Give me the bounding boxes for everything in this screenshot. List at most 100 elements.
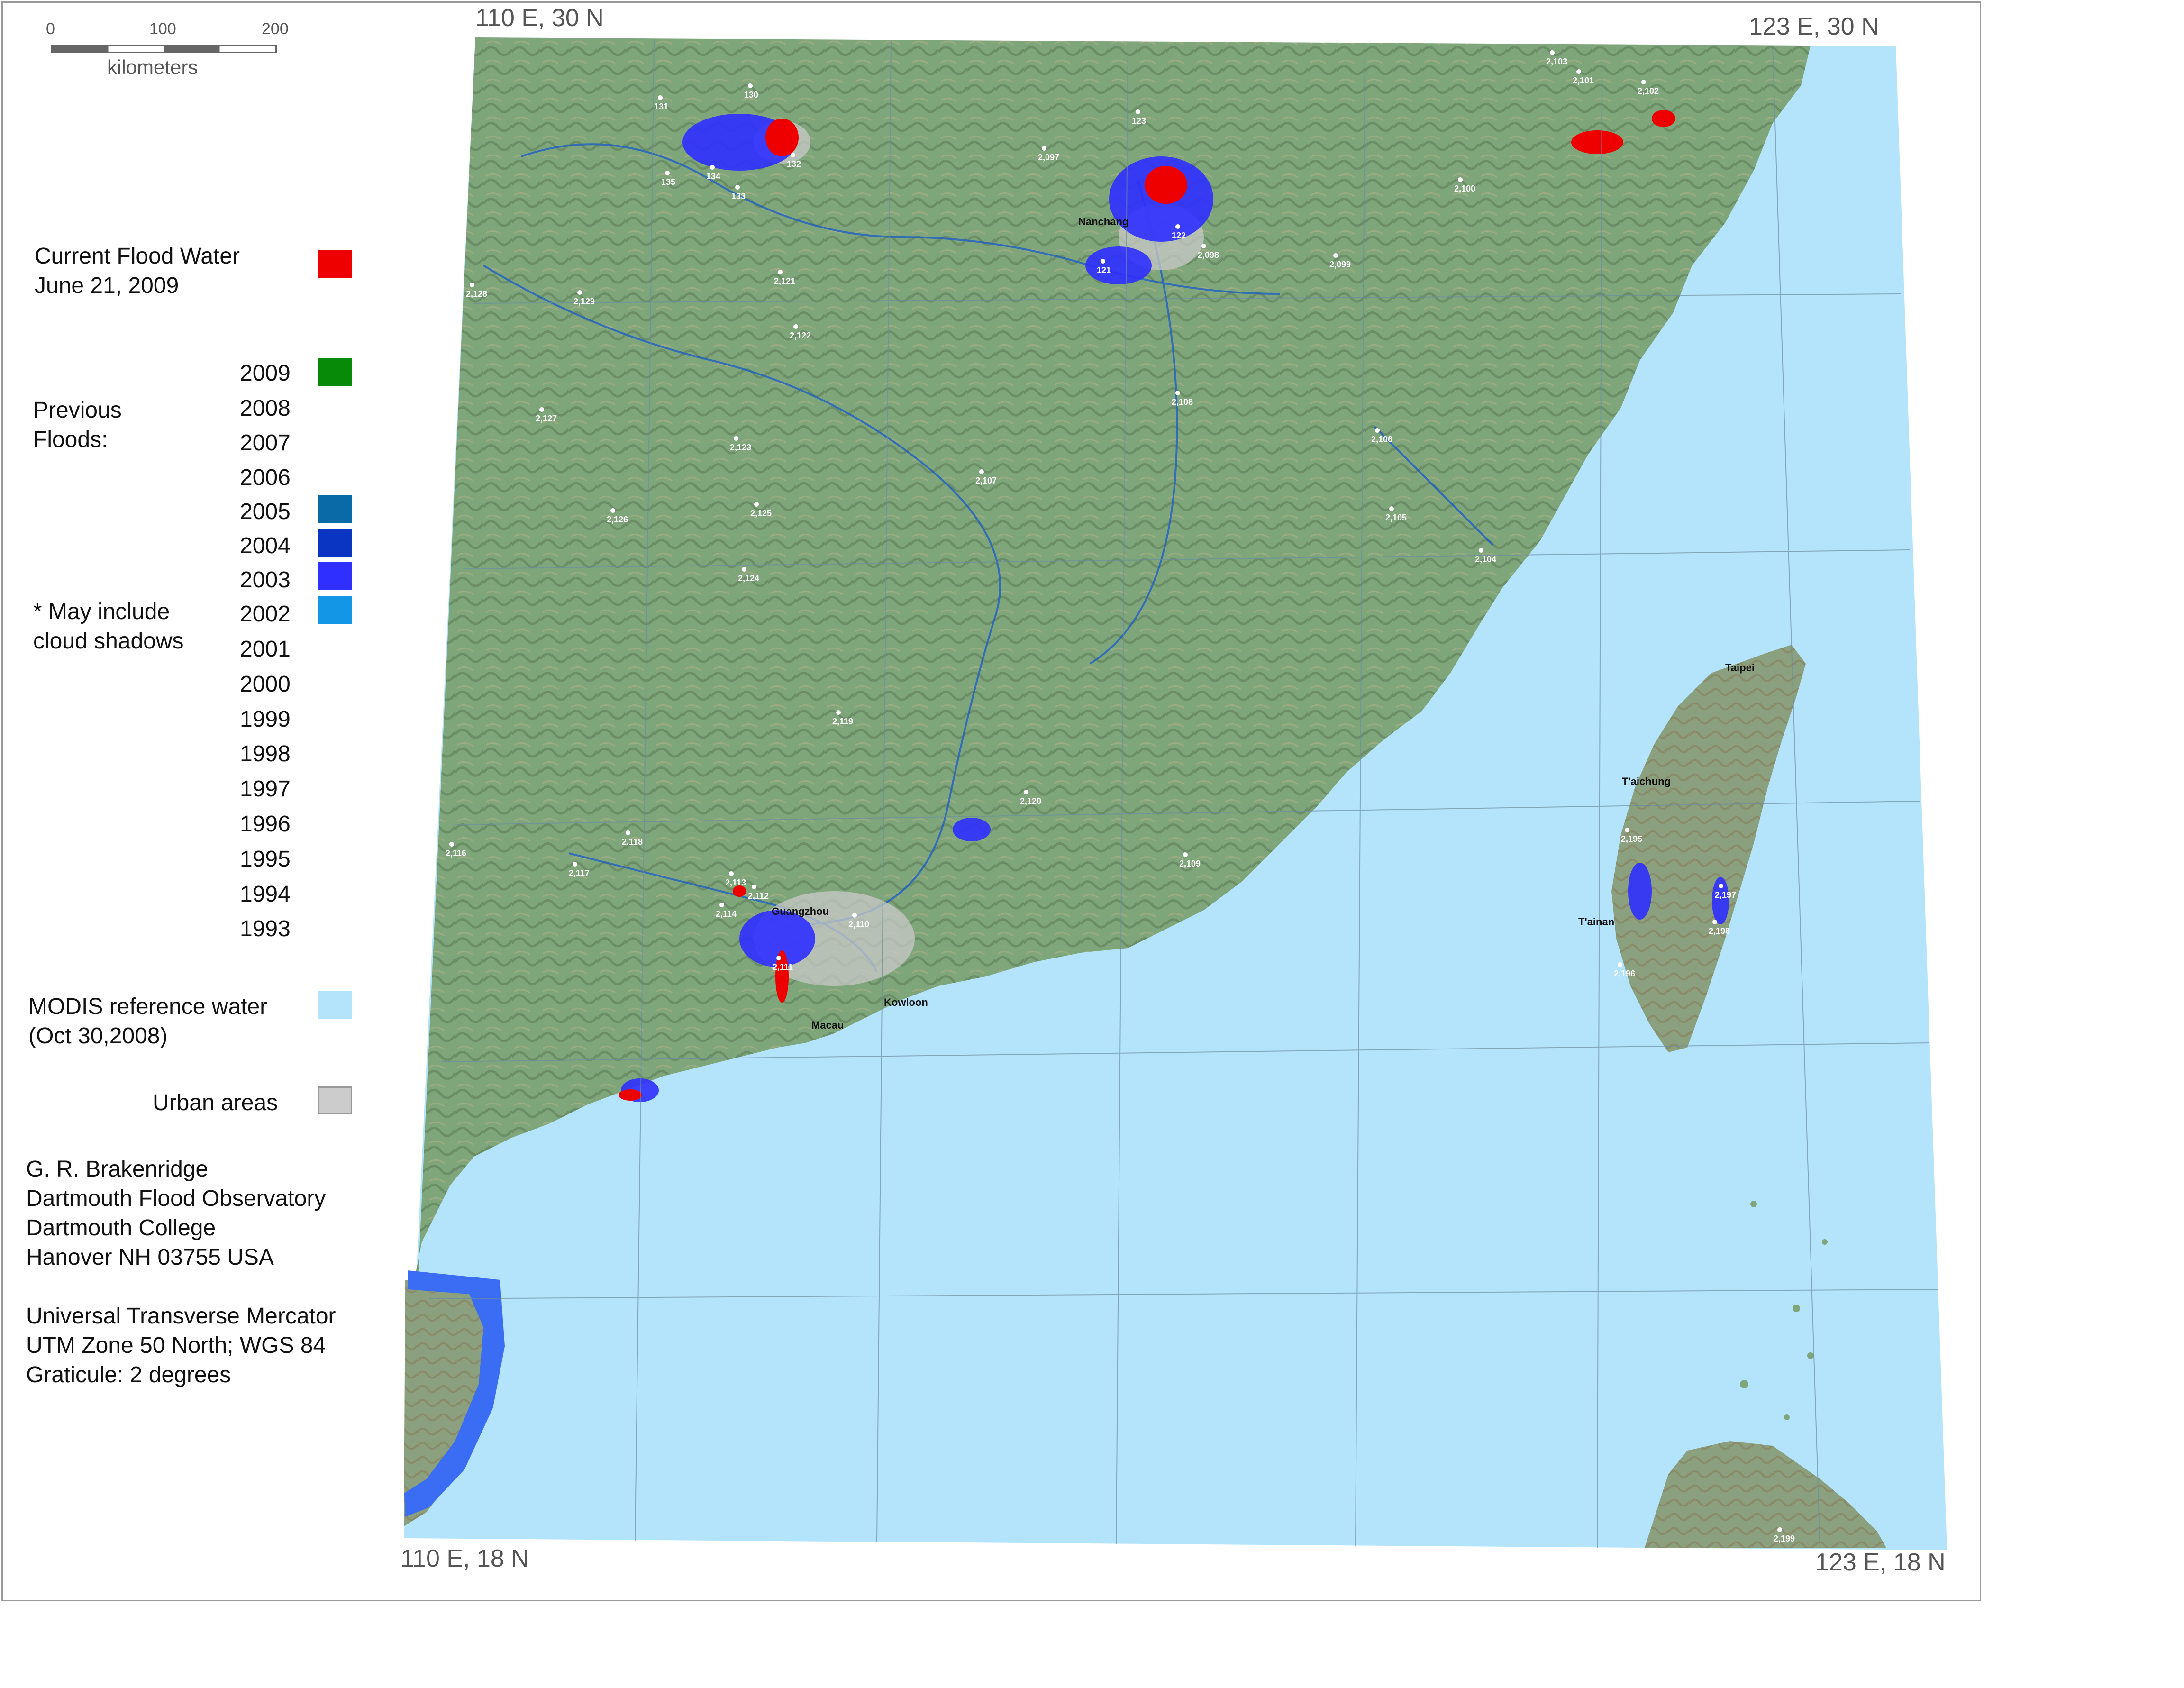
gauge-label: 2,108 xyxy=(1172,391,1193,407)
projection-line: Graticule: 2 degrees xyxy=(26,1362,231,1387)
legend-year: 1994 xyxy=(240,882,291,907)
city-label-kowloon: Kowloon xyxy=(884,996,928,1008)
city-label-nanchang: Nanchang xyxy=(1078,216,1129,228)
gauge-label: 2,100 xyxy=(1454,177,1475,194)
projection-line: UTM Zone 50 North; WGS 84 xyxy=(26,1333,326,1358)
gauge-dot xyxy=(1389,506,1394,511)
gauge-dot xyxy=(791,153,795,157)
gauge-label: 133 xyxy=(731,185,746,201)
gauge-label: 121 xyxy=(1097,259,1111,275)
gauge-dot xyxy=(729,871,734,876)
gauge-label: 2,197 xyxy=(1715,884,1736,900)
gauge-dot xyxy=(1201,244,1206,248)
corner-label-nw: 110 E, 30 N xyxy=(475,4,604,32)
legend-cloud-note-line2: cloud shadows xyxy=(33,629,184,654)
gauge-dot xyxy=(1719,884,1723,888)
gauge-dot xyxy=(1479,548,1483,553)
gauge-label: 2,113 xyxy=(725,871,746,888)
legend-year: 1997 xyxy=(240,776,291,802)
gauge-label: 2,198 xyxy=(1709,920,1730,936)
gauge-label: 2,111 xyxy=(773,956,793,972)
legend-current-flood-line1: Current Flood Water xyxy=(35,244,240,269)
legend-year: 2002 xyxy=(240,602,291,627)
gauge-label: 2,124 xyxy=(738,567,759,584)
legend-year: 1995 xyxy=(240,847,291,872)
gauge-dot xyxy=(449,842,454,847)
gauge-dot xyxy=(748,83,753,88)
gauge-dot xyxy=(1101,259,1105,264)
gauge-dot xyxy=(752,885,756,889)
gauge-label: 123 xyxy=(1132,109,1146,126)
gauge-dot xyxy=(1375,428,1380,433)
gauge-dot xyxy=(1777,1527,1782,1532)
legend-year: 1999 xyxy=(240,707,291,732)
gauge-dot xyxy=(742,567,746,572)
legend-urban-label: Urban areas xyxy=(153,1090,278,1115)
gauge-dot xyxy=(734,436,738,441)
gauge-label: 2,101 xyxy=(1573,69,1594,86)
gauge-dot xyxy=(1458,177,1463,182)
scale-tick-100: 100 xyxy=(149,20,176,38)
gauge-label: 2,199 xyxy=(1774,1527,1795,1544)
gauge-label: 2,128 xyxy=(466,283,487,299)
gauge-label: 2,106 xyxy=(1371,428,1392,445)
gauge-dot xyxy=(710,165,715,170)
gauge-dot xyxy=(1618,962,1622,967)
credit-line: G. R. Brakenridge xyxy=(26,1157,209,1182)
gauge-dot xyxy=(979,469,984,474)
gauge-dot xyxy=(1625,828,1629,832)
gauge-dot xyxy=(1175,391,1180,395)
gauge-dot xyxy=(793,324,798,329)
swatch-2003 xyxy=(318,562,352,590)
corner-label-ne: 123 E, 30 N xyxy=(1749,13,1879,40)
gauge-label: 2,110 xyxy=(848,913,869,930)
gauge-label: 2,112 xyxy=(748,885,769,901)
gauge-dot xyxy=(577,290,582,295)
gauge-label: 2,104 xyxy=(1475,548,1496,565)
city-label-macau: Macau xyxy=(811,1019,844,1031)
gauge-dot xyxy=(1712,920,1717,924)
gauge-dot xyxy=(754,502,759,507)
gauge-label: 2,122 xyxy=(790,324,811,341)
gauge-dot xyxy=(1550,50,1555,55)
legend-year: 2004 xyxy=(240,533,291,558)
gauge-label: 2,103 xyxy=(1546,50,1567,67)
gauge-label: 135 xyxy=(661,171,675,187)
map-panel xyxy=(404,37,1947,1550)
gauge-dot xyxy=(610,508,615,513)
swatch-urban xyxy=(318,1086,352,1114)
gauge-label: 122 xyxy=(1172,224,1186,241)
gauge-dot xyxy=(665,171,670,175)
gauge-dot xyxy=(852,913,857,918)
gauge-dot xyxy=(1641,80,1646,84)
gauge-dot xyxy=(539,407,544,412)
city-label-taichung: T'aichung xyxy=(1622,776,1671,787)
legend-year: 2005 xyxy=(240,499,291,524)
legend-current-flood-line2: June 21, 2009 xyxy=(35,273,179,298)
gauge-label: 2,098 xyxy=(1198,244,1219,260)
gauge-dot xyxy=(778,270,783,274)
city-label-tainan: T'ainan xyxy=(1578,916,1615,928)
swatch-2002 xyxy=(318,596,352,624)
gauge-dot xyxy=(1183,852,1188,857)
credit-line: Dartmouth College xyxy=(26,1215,216,1241)
legend-year: 2006 xyxy=(240,465,291,490)
legend-year: 2000 xyxy=(240,672,291,697)
gauge-label: 131 xyxy=(654,95,668,112)
gauge-label: 2,123 xyxy=(730,436,751,453)
gauge-label: 2,121 xyxy=(774,270,795,286)
swatch-2005 xyxy=(318,495,352,523)
legend-previous-line2: Floods: xyxy=(33,427,108,452)
legend-year: 2007 xyxy=(240,430,291,456)
projection-line: Universal Transverse Mercator xyxy=(26,1304,336,1329)
gauge-label: 2,116 xyxy=(446,842,466,858)
legend-year: 2008 xyxy=(240,396,291,421)
gauge-dot xyxy=(1042,146,1046,151)
legend-year: 1993 xyxy=(240,916,291,941)
legend-year: 2009 xyxy=(240,361,291,386)
swatch-current-flood xyxy=(318,250,352,278)
gauge-dot xyxy=(626,830,630,835)
gauge-label: 2,129 xyxy=(573,290,595,307)
credit-line: Hanover NH 03755 USA xyxy=(26,1245,274,1270)
gauge-label: 2,126 xyxy=(607,508,628,525)
